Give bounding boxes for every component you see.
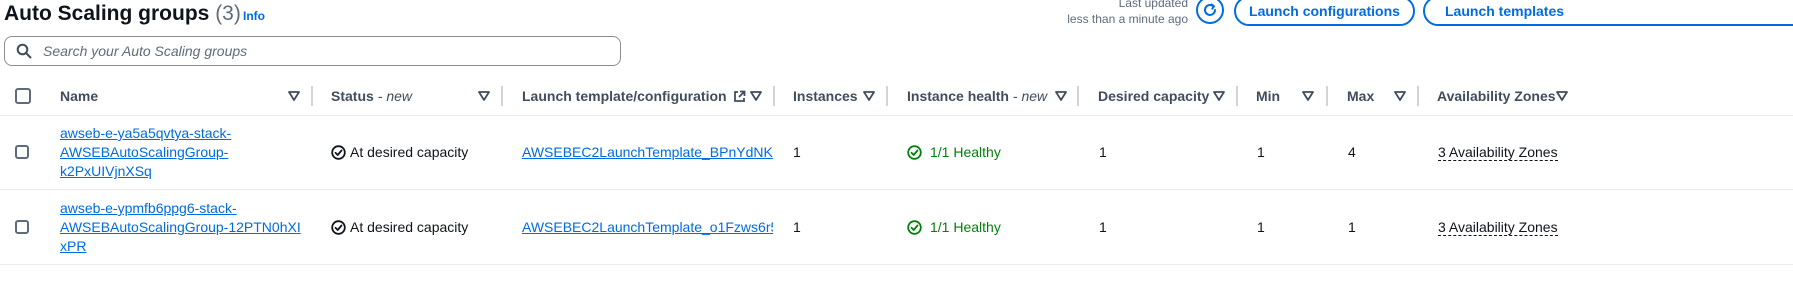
sort-caret-icon[interactable] xyxy=(478,91,490,101)
launch-template-cell: AWSEBEC2LaunchTemplate_o1Fzws6r5ua xyxy=(522,219,773,235)
column-divider[interactable] xyxy=(501,86,503,106)
sort-caret-icon[interactable] xyxy=(1302,91,1314,101)
status-cell: At desired capacity xyxy=(331,144,468,160)
last-updated-value: less than a minute ago xyxy=(1067,12,1188,26)
availability-zones-value[interactable]: 3 Availability Zones xyxy=(1438,219,1558,236)
launch-configurations-button[interactable]: Launch configurations xyxy=(1234,0,1415,26)
column-divider[interactable] xyxy=(1077,86,1079,106)
row-checkbox[interactable] xyxy=(15,145,29,159)
column-header-health-suffix: - new xyxy=(1012,88,1048,104)
availability-zones-popover-trigger[interactable]: 3 Availability Zones xyxy=(1438,144,1558,161)
sort-caret-icon[interactable] xyxy=(750,91,762,101)
column-divider[interactable] xyxy=(311,86,313,106)
instance-health-text: 1/1 Healthy xyxy=(930,144,1001,160)
row-separator xyxy=(0,264,1793,265)
status-text: At desired capacity xyxy=(350,144,469,160)
column-header-health-label: Instance health xyxy=(907,88,1009,104)
instance-health-cell: 1/1 Healthy xyxy=(907,144,1001,160)
refresh-icon xyxy=(1204,3,1216,16)
instance-health-text: 1/1 Healthy xyxy=(930,219,1001,235)
column-header-launch-label: Launch template/configuration xyxy=(522,88,727,104)
launch-template-link[interactable]: AWSEBEC2LaunchTemplate_BPnYdNKhuc xyxy=(522,144,773,160)
external-link-icon xyxy=(733,90,745,102)
group-name-line[interactable]: awseb-e-ya5a5qvtya-stack- xyxy=(60,124,231,143)
max-value: 4 xyxy=(1348,144,1356,160)
column-header-min[interactable]: Min xyxy=(1256,86,1280,106)
search-icon xyxy=(16,43,32,59)
instance-health-cell: 1/1 Healthy xyxy=(907,219,1001,235)
sort-caret-icon[interactable] xyxy=(1556,91,1568,101)
launch-templates-button[interactable]: Launch templates xyxy=(1423,0,1793,26)
info-link[interactable]: Info xyxy=(243,9,265,23)
column-header-max-label: Max xyxy=(1347,88,1375,104)
healthy-check-icon xyxy=(907,144,922,160)
group-name-line[interactable]: AWSEBAutoScalingGroup-12PTN0hXI xyxy=(60,218,301,237)
column-header-status[interactable]: Status - new xyxy=(331,86,412,106)
column-header-instances[interactable]: Instances xyxy=(793,86,858,106)
column-divider[interactable] xyxy=(1326,86,1328,106)
availability-zones-value[interactable]: 3 Availability Zones xyxy=(1438,144,1558,161)
group-count: (3) xyxy=(215,2,241,25)
column-header-instances-label: Instances xyxy=(793,88,858,104)
desired-capacity-value: 1 xyxy=(1099,144,1107,160)
select-all-checkbox[interactable] xyxy=(15,88,31,104)
availability-zones-popover-trigger[interactable]: 3 Availability Zones xyxy=(1438,219,1558,236)
column-header-launch[interactable]: Launch template/configuration xyxy=(522,86,746,106)
group-name-line[interactable]: k2PxUIVjnXSq xyxy=(60,162,231,181)
instances-value: 1 xyxy=(793,219,801,235)
column-header-instance-health[interactable]: Instance health - new xyxy=(907,86,1047,106)
last-updated: Last updated less than a minute ago xyxy=(1055,0,1188,27)
column-header-desired-label: Desired capacity xyxy=(1098,88,1210,104)
desired-capacity-value: 1 xyxy=(1099,219,1107,235)
column-divider[interactable] xyxy=(1236,86,1238,106)
launch-template-cell: AWSEBEC2LaunchTemplate_BPnYdNKhuc xyxy=(522,144,773,160)
column-header-min-label: Min xyxy=(1256,88,1281,104)
page-title: Auto Scaling groups (3) xyxy=(4,2,241,26)
healthy-check-icon xyxy=(907,219,922,235)
status-cell: At desired capacity xyxy=(331,219,468,235)
group-name-link[interactable]: awseb-e-ypmfb6ppg6-stack- AWSEBAutoScali… xyxy=(60,199,301,256)
last-updated-label: Last updated xyxy=(1118,0,1188,10)
header-separator xyxy=(0,115,1793,116)
row-separator xyxy=(0,189,1793,190)
launch-template-link[interactable]: AWSEBEC2LaunchTemplate_o1Fzws6r5ua xyxy=(522,219,773,235)
column-header-availability-zones[interactable]: Availability Zones xyxy=(1437,86,1556,106)
min-value: 1 xyxy=(1257,144,1265,160)
group-name-line[interactable]: xPR xyxy=(60,237,301,256)
max-value: 1 xyxy=(1348,219,1356,235)
search-field[interactable] xyxy=(4,36,621,66)
column-header-desired-capacity[interactable]: Desired capacity xyxy=(1098,86,1209,106)
group-name-line[interactable]: awseb-e-ypmfb6ppg6-stack- xyxy=(60,199,301,218)
column-header-name-label: Name xyxy=(60,88,99,104)
status-check-icon xyxy=(331,219,346,235)
sort-caret-icon[interactable] xyxy=(1055,91,1067,101)
status-check-icon xyxy=(331,144,346,160)
min-value: 1 xyxy=(1257,219,1265,235)
sort-caret-icon[interactable] xyxy=(863,91,875,101)
group-name-link[interactable]: awseb-e-ya5a5qvtya-stack- AWSEBAutoScali… xyxy=(60,124,231,181)
column-header-status-suffix: - new xyxy=(377,88,413,104)
sort-caret-icon[interactable] xyxy=(288,91,300,101)
sort-caret-icon[interactable] xyxy=(1213,91,1225,101)
column-header-az-label: Availability Zones xyxy=(1437,88,1556,104)
row-checkbox[interactable] xyxy=(15,220,29,234)
column-header-max[interactable]: Max xyxy=(1347,86,1374,106)
instances-value: 1 xyxy=(793,144,801,160)
column-header-name[interactable]: Name xyxy=(60,86,98,106)
status-text: At desired capacity xyxy=(350,219,469,235)
group-name-line[interactable]: AWSEBAutoScalingGroup- xyxy=(60,143,231,162)
column-divider[interactable] xyxy=(1417,86,1419,106)
column-divider[interactable] xyxy=(886,86,888,106)
search-input[interactable] xyxy=(41,42,605,60)
column-divider[interactable] xyxy=(773,86,775,106)
refresh-button[interactable] xyxy=(1196,0,1224,24)
column-header-status-label: Status xyxy=(331,88,374,104)
page-title-text: Auto Scaling groups xyxy=(4,2,210,25)
sort-caret-icon[interactable] xyxy=(1394,91,1406,101)
